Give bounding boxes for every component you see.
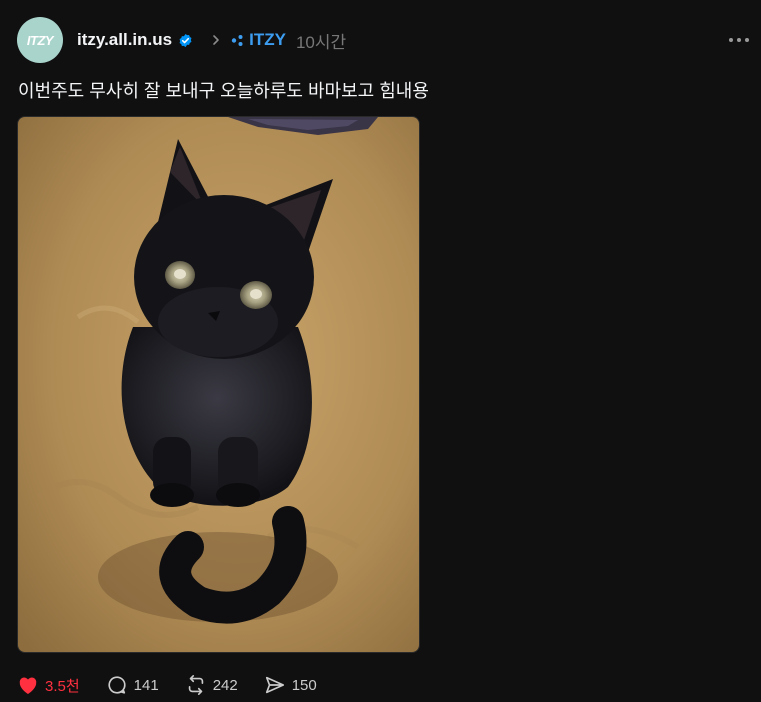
post-header: itzy.all.in.us ITZY 10시간 [77,28,346,52]
post-image[interactable] [17,116,420,653]
avatar-logo-text: ITZY [26,32,54,48]
repost-count: 242 [212,676,238,694]
like-button[interactable]: 3.5천 [17,675,80,696]
post-actions: 3.5천 141 242 150 [17,672,343,698]
send-icon [265,676,284,694]
like-count: 3.5천 [45,677,80,695]
thread-post: ITZY itzy.all.in.us ITZY 10시간 이번주도 무사히 잘… [0,0,761,702]
repost-icon [188,675,203,695]
cat-photo-illustration [18,117,419,652]
share-count: 150 [291,676,317,694]
repost-button[interactable]: 242 [185,674,238,696]
post-caption: 이번주도 무사히 잘 보내구 오늘하루도 바마보고 힘내용 [18,81,429,101]
post-timestamp[interactable]: 10시간 [296,28,346,53]
more-options-button[interactable] [729,33,755,47]
comment-button[interactable]: 141 [106,674,159,696]
community-link[interactable]: ITZY [231,30,286,50]
comment-count: 141 [133,676,159,694]
chevron-right-icon [213,35,219,45]
share-button[interactable]: 150 [264,674,317,696]
more-dot-icon [745,38,749,42]
community-icon [231,34,243,46]
more-dot-icon [729,38,733,42]
comment-icon [108,676,126,694]
heart-icon [19,677,37,695]
more-dot-icon [737,38,741,42]
verified-badge-icon [179,33,192,47]
community-name: ITZY [249,30,286,49]
avatar[interactable]: ITZY [17,17,63,63]
username-link[interactable]: itzy.all.in.us [77,30,172,50]
